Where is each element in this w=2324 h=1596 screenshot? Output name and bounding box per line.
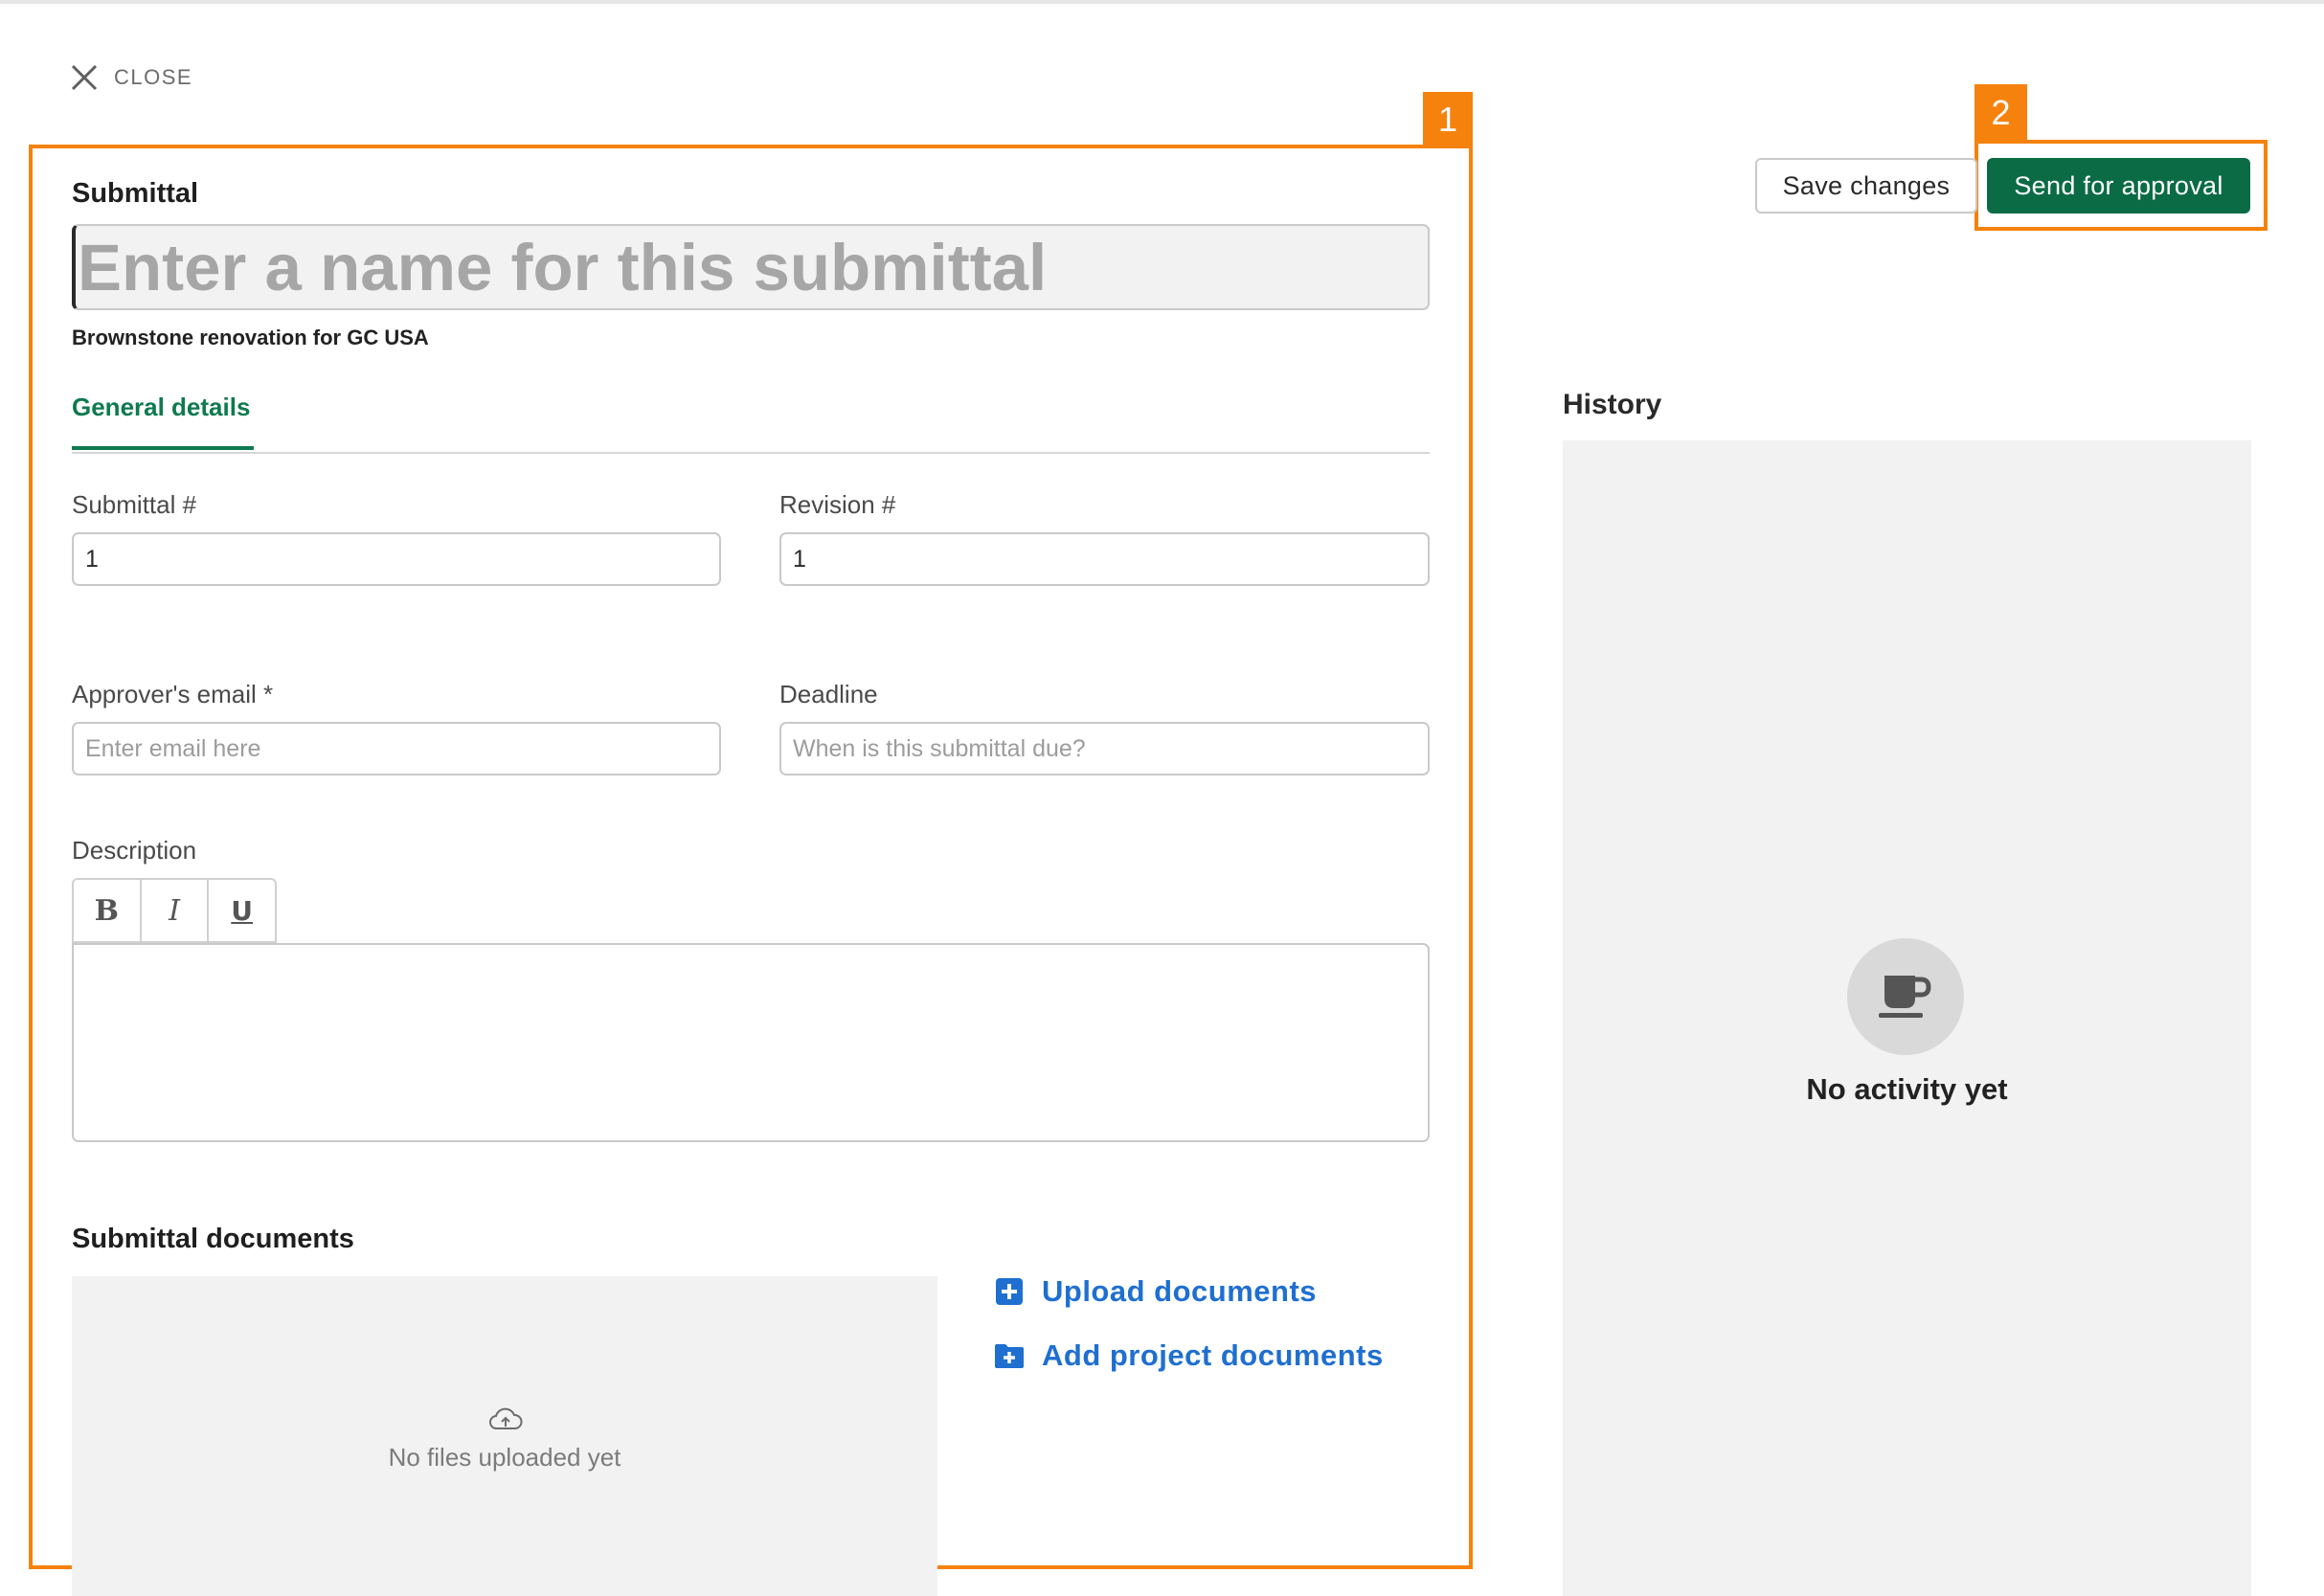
no-files-text: No files uploaded yet xyxy=(388,1443,621,1472)
deadline-label: Deadline xyxy=(779,680,878,708)
approver-email-label: Approver's email * xyxy=(72,680,274,708)
upload-documents-label: Upload documents xyxy=(1042,1274,1318,1308)
description-toolbar: B I U xyxy=(72,878,277,943)
bold-button[interactable]: B xyxy=(74,880,142,941)
description-label: Description xyxy=(72,836,197,865)
description-textarea[interactable] xyxy=(72,943,1430,1142)
close-label: CLOSE xyxy=(114,65,193,89)
submittal-number-input[interactable] xyxy=(72,532,721,586)
top-divider xyxy=(0,0,2324,4)
cloud-upload-icon xyxy=(489,1407,523,1429)
submittal-name-input[interactable] xyxy=(72,224,1430,310)
save-changes-button[interactable]: Save changes xyxy=(1755,158,1977,214)
history-heading: History xyxy=(1563,389,1662,420)
close-icon xyxy=(71,64,98,91)
add-project-documents-label: Add project documents xyxy=(1042,1338,1384,1372)
revision-number-input[interactable] xyxy=(779,532,1430,586)
submittal-number-label: Submittal # xyxy=(72,490,197,519)
submittal-documents-heading: Submittal documents xyxy=(72,1224,354,1254)
folder-plus-icon xyxy=(995,1344,1024,1368)
add-project-documents-link[interactable]: Add project documents xyxy=(994,1338,1384,1373)
deadline-input[interactable] xyxy=(779,722,1430,776)
documents-dropzone[interactable]: No files uploaded yet xyxy=(72,1276,937,1596)
tab-bar: General details xyxy=(72,393,1430,454)
underline-button[interactable]: U xyxy=(209,880,275,941)
no-activity-text: No activity yet xyxy=(1806,1072,2008,1106)
close-button[interactable]: CLOSE xyxy=(70,63,192,92)
revision-number-label: Revision # xyxy=(779,490,896,519)
tab-general-details[interactable]: General details xyxy=(72,393,254,450)
annotation-badge-1: 1 xyxy=(1423,92,1473,147)
annotation-badge-2: 2 xyxy=(1974,84,2027,142)
plus-square-icon xyxy=(996,1278,1023,1305)
history-panel: No activity yet xyxy=(1563,440,2251,1596)
project-name: Brownstone renovation for GC USA xyxy=(72,326,429,349)
coffee-cup-icon xyxy=(1879,976,1931,1018)
submittal-heading: Submittal xyxy=(72,178,199,209)
italic-button[interactable]: I xyxy=(142,880,210,941)
approver-email-input[interactable] xyxy=(72,722,721,776)
history-empty-badge xyxy=(1847,938,1964,1055)
send-for-approval-button[interactable]: Send for approval xyxy=(1987,158,2250,214)
upload-documents-link[interactable]: Upload documents xyxy=(994,1274,1317,1309)
